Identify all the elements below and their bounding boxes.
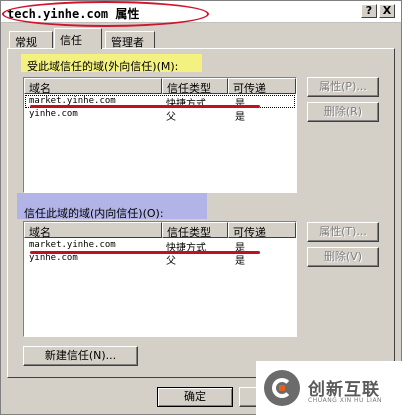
incoming-remove-button[interactable]: 删除(V)	[307, 247, 379, 267]
column-trust-type[interactable]: 信任类型	[162, 78, 228, 95]
ok-button[interactable]: 确定	[157, 387, 233, 407]
cell-domain-name: yinhe.com	[29, 253, 78, 263]
watermark-subtext: CHUANG XIN HU LIAN	[308, 397, 383, 404]
list-header: 域名 信任类型 可传递	[24, 222, 296, 239]
outgoing-trusts-label: 受此域信任的域(外向信任)(M):	[27, 60, 179, 73]
cell-trust-type: 父	[166, 112, 176, 123]
window-title: tech.yinhe.com 属性	[7, 7, 140, 21]
title-bar: tech.yinhe.com 属性 ? X	[1, 1, 401, 27]
watermark-logo: 创新互联 CHUANG XIN HU LIAN	[256, 361, 402, 415]
new-trust-button[interactable]: 新建信任(N)...	[23, 346, 138, 366]
column-transitive[interactable]: 可传递	[228, 222, 296, 239]
cell-domain-name: market.yinhe.com	[29, 240, 116, 250]
column-transitive[interactable]: 可传递	[228, 78, 296, 95]
column-domain-name[interactable]: 域名	[24, 222, 162, 239]
close-button[interactable]: X	[379, 4, 395, 18]
red-underline-annotation	[30, 251, 260, 254]
outgoing-properties-button[interactable]: 属性(P)...	[307, 77, 379, 97]
list-header: 域名 信任类型 可传递	[24, 78, 296, 95]
cell-domain-name: yinhe.com	[29, 109, 78, 119]
outgoing-remove-button[interactable]: 删除(R)	[307, 102, 379, 122]
properties-dialog: tech.yinhe.com 属性 ? X 常规 信任 管理者 受此域信任的域(…	[0, 0, 402, 415]
cell-transitive: 是	[235, 256, 245, 267]
tab-managed-by[interactable]: 管理者	[105, 31, 155, 49]
tab-trusts[interactable]: 信任	[54, 28, 102, 49]
table-row[interactable]: yinhe.com 父 是	[24, 108, 296, 123]
column-trust-type[interactable]: 信任类型	[162, 222, 228, 239]
cell-trust-type: 父	[166, 256, 176, 267]
chuangxin-logo-icon	[264, 370, 300, 406]
tab-general[interactable]: 常规	[9, 31, 53, 49]
incoming-trusts-label: 信任此域的域(内向信任)(O):	[24, 207, 164, 220]
red-underline-annotation	[30, 105, 260, 108]
outgoing-trusts-list[interactable]: 域名 信任类型 可传递 market.yinhe.com 快捷方式 是 yinh…	[23, 77, 297, 193]
help-button[interactable]: ?	[361, 4, 377, 18]
cell-transitive: 是	[235, 112, 245, 123]
incoming-trusts-list[interactable]: 域名 信任类型 可传递 market.yinhe.com 快捷方式 是 yinh…	[23, 221, 297, 337]
incoming-properties-button[interactable]: 属性(T)...	[307, 222, 379, 242]
column-domain-name[interactable]: 域名	[24, 78, 162, 95]
